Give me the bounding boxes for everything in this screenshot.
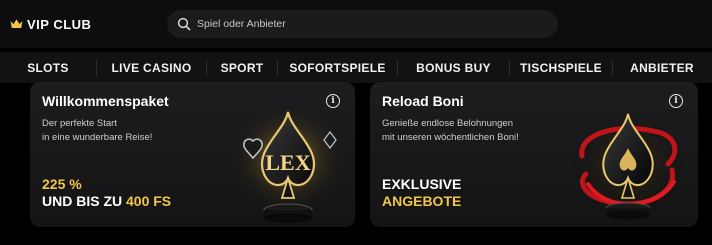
nav-item-anbieter[interactable]: ANBIETER: [613, 52, 711, 83]
promo-percent: 225 %: [42, 176, 82, 192]
nav-item-slots[interactable]: SLOTS: [0, 52, 96, 83]
card-title: Reload Boni: [382, 93, 464, 109]
header: VIP CLUB: [0, 0, 712, 48]
search-input[interactable]: [197, 14, 537, 34]
crown-icon: [10, 19, 23, 28]
card-description: Genieße endlose Belohnungen mit unseren …: [382, 118, 519, 143]
nav-item-bonus-buy[interactable]: BONUS BUY: [398, 52, 509, 83]
nav-item-tischspiele[interactable]: TISCHSPIELE: [510, 52, 612, 83]
promo-text: 225 % UND BIS ZU 400 FS: [42, 176, 172, 209]
main-nav: SLOTS LIVE CASINO SPORT SOFORTSPIELE BON…: [0, 52, 712, 83]
nav-item-sofortspiele[interactable]: SOFORTSPIELE: [278, 52, 397, 83]
promo-card-reload[interactable]: Reload Boni Genieße endlose Belohnungen …: [370, 82, 698, 227]
card-description: Der perfekte Start in eine wunderbare Re…: [42, 118, 153, 143]
promo-card-welcome[interactable]: Willkommenspaket Der perfekte Start in e…: [30, 82, 355, 227]
search-bar[interactable]: [167, 10, 558, 38]
spade-lex-art: LEX: [230, 109, 346, 223]
search-icon: [177, 17, 191, 31]
card-title: Willkommenspaket: [42, 93, 169, 109]
art-lex-text: LEX: [265, 150, 310, 175]
logo[interactable]: VIP CLUB: [10, 14, 91, 34]
spade-ribbon-art: [572, 112, 684, 220]
promo-text: EXKLUSIVE ANGEBOTE: [382, 176, 462, 209]
nav-item-live-casino[interactable]: LIVE CASINO: [97, 52, 206, 83]
logo-text: VIP CLUB: [27, 16, 92, 32]
nav-item-sport[interactable]: SPORT: [207, 52, 277, 83]
